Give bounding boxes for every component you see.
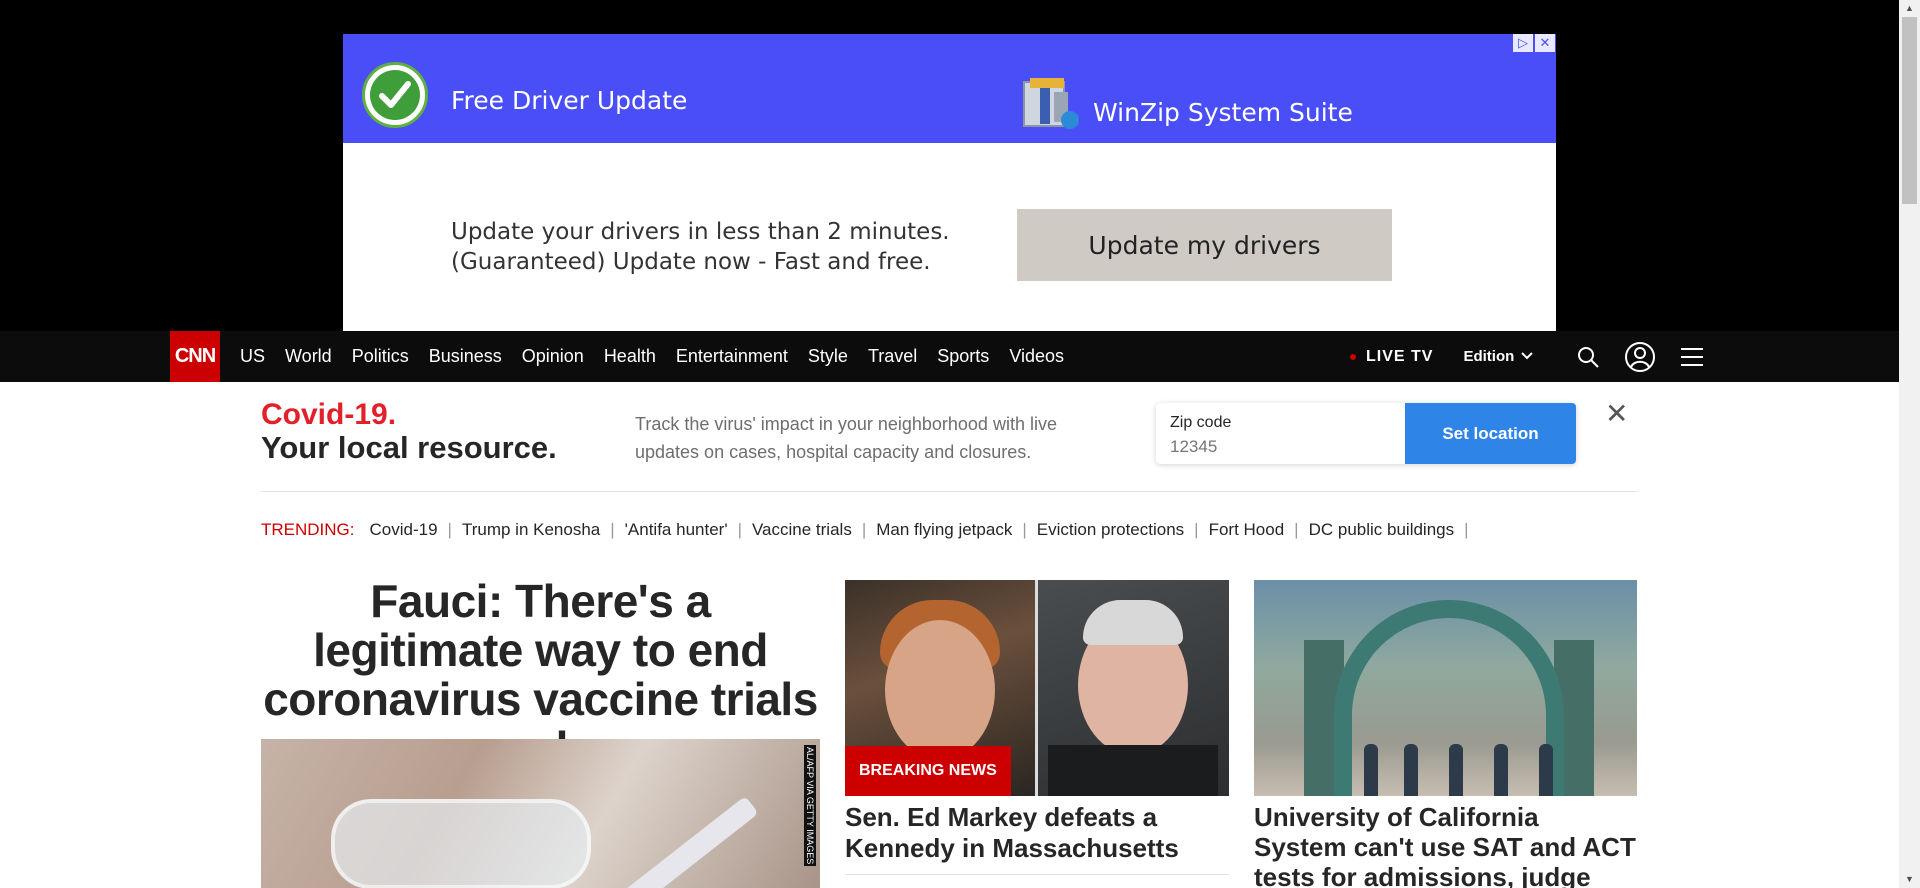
adchoices-icon[interactable]: ▷ <box>1513 34 1533 52</box>
cnn-logo[interactable]: CNN <box>170 331 220 382</box>
right-story-headline[interactable]: University of California System can't us… <box>1254 802 1637 888</box>
ad-description-line1: Update your drivers in less than 2 minut… <box>451 219 950 245</box>
separator: | <box>1022 520 1027 539</box>
search-icon[interactable] <box>1572 341 1604 373</box>
chevron-down-icon[interactable] <box>1520 349 1534 364</box>
image-detail <box>603 795 759 888</box>
separator: | <box>737 520 742 539</box>
divider <box>845 874 1229 875</box>
nav-link-entertainment[interactable]: Entertainment <box>676 346 788 367</box>
image-detail <box>1038 580 1229 796</box>
trending-item[interactable]: DC public buildings <box>1309 520 1455 540</box>
nav-link-opinion[interactable]: Opinion <box>522 346 584 367</box>
separator: | <box>1194 520 1199 539</box>
ad-banner[interactable]: Free Driver Update WinZip System Suite ▷… <box>343 34 1556 143</box>
ad-description: Update your drivers in less than 2 minut… <box>451 217 950 277</box>
ad-left-title[interactable]: Free Driver Update <box>451 86 687 115</box>
ad-band: Free Driver Update WinZip System Suite ▷… <box>0 0 1899 331</box>
lead-image[interactable]: AL/AFP VIA GETTY IMAGES <box>261 739 820 888</box>
scrollbar-thumb[interactable] <box>1902 17 1917 204</box>
separator: | <box>610 520 615 539</box>
trending-item[interactable]: Fort Hood <box>1209 520 1285 540</box>
right-story-image[interactable] <box>1254 580 1637 796</box>
separator: | <box>861 520 867 539</box>
trending-item[interactable]: Trump in Kenosha <box>462 520 600 540</box>
zip-form: Zip code Set location <box>1156 403 1576 464</box>
image-detail <box>1354 730 1574 796</box>
trending-item[interactable]: Eviction protections <box>1037 520 1184 540</box>
nav-link-us[interactable]: US <box>240 346 265 367</box>
zip-input[interactable] <box>1170 437 1400 457</box>
covid-banner: Covid-19. Your local resource. Track the… <box>261 395 1637 492</box>
covid-description: Track the virus' impact in your neighbor… <box>635 414 1057 462</box>
checkmark-icon <box>362 62 428 128</box>
nav-link-world[interactable]: World <box>285 346 332 367</box>
zip-label: Zip code <box>1170 414 1232 431</box>
nav-links: US World Politics Business Opinion Healt… <box>230 331 1074 382</box>
separator: | <box>447 520 452 539</box>
scroll-up-icon[interactable]: ▲ <box>1899 0 1920 17</box>
nav-link-sports[interactable]: Sports <box>937 346 989 367</box>
close-icon[interactable]: ✕ <box>1535 34 1555 52</box>
nav-link-health[interactable]: Health <box>604 346 656 367</box>
mid-story-headline[interactable]: Sen. Ed Markey defeats a Kennedy in Mass… <box>845 802 1229 864</box>
trending-bar: TRENDING: Covid-19 | Trump in Kenosha | 'A… <box>261 520 1469 540</box>
covid-title: Covid-19. <box>261 398 397 431</box>
breaking-news-badge: BREAKING NEWS <box>845 746 1011 796</box>
live-tv-link[interactable]: LIVE TV <box>1366 348 1433 366</box>
account-icon[interactable] <box>1624 341 1656 373</box>
trending-item[interactable]: Covid-19 <box>370 520 438 540</box>
nav-right: LIVE TV Edition <box>1350 331 1728 382</box>
trending-item[interactable]: Vaccine trials <box>752 520 852 540</box>
menu-icon[interactable] <box>1676 341 1708 373</box>
update-drivers-button[interactable]: Update my drivers <box>1017 209 1392 281</box>
ad-right-title[interactable]: WinZip System Suite <box>1093 98 1353 127</box>
nav-link-videos[interactable]: Videos <box>1009 346 1064 367</box>
edition-selector[interactable]: Edition <box>1463 348 1514 365</box>
separator: | <box>1294 520 1299 539</box>
trending-item[interactable]: 'Antifa hunter' <box>625 520 728 540</box>
set-location-button[interactable]: Set location <box>1405 403 1576 464</box>
nav-link-politics[interactable]: Politics <box>352 346 409 367</box>
nav-link-travel[interactable]: Travel <box>868 346 917 367</box>
separator: | <box>1464 520 1469 539</box>
scrollbar[interactable]: ▲ ▼ <box>1899 0 1920 888</box>
close-icon[interactable]: ✕ <box>1605 397 1628 430</box>
ad-unit[interactable]: Free Driver Update WinZip System Suite ▷… <box>343 34 1556 331</box>
nav-link-style[interactable]: Style <box>808 346 848 367</box>
trending-label: TRENDING: <box>261 520 355 539</box>
image-credit: AL/AFP VIA GETTY IMAGES <box>804 745 816 867</box>
covid-subtitle: Your local resource. <box>261 430 557 465</box>
winzip-icon <box>1018 74 1082 136</box>
ad-controls: ▷ ✕ <box>1513 34 1555 52</box>
ad-description-line2: (Guaranteed) Update now - Fast and free. <box>451 249 931 275</box>
trending-item[interactable]: Man flying jetpack <box>876 520 1012 540</box>
live-dot-icon <box>1350 353 1356 360</box>
scroll-down-icon[interactable]: ▼ <box>1899 871 1920 888</box>
nav-link-business[interactable]: Business <box>429 346 502 367</box>
top-nav: CNN US World Politics Business Opinion H… <box>0 331 1899 382</box>
image-detail <box>331 799 591 888</box>
